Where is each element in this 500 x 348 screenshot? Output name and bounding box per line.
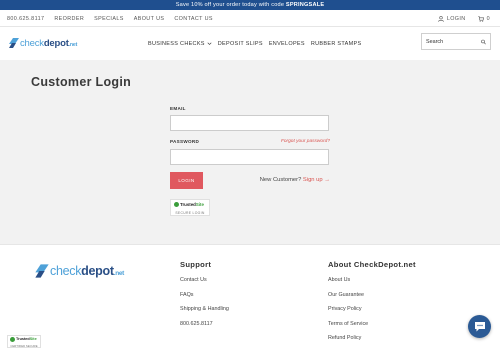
footer-about-heading: About CheckDepot.net: [328, 260, 416, 269]
login-actions: LOGIN New Customer? Sign up →: [170, 172, 330, 189]
footer-logo[interactable]: checkdepot.net: [34, 263, 124, 279]
forgot-password-link[interactable]: Forgot your password?: [281, 139, 330, 144]
logo-text-check: check: [20, 37, 44, 49]
check-icon: [10, 337, 15, 342]
footer-logo-text-depot: depot: [81, 264, 114, 278]
password-label-row: PASSWORD Forgot your password?: [170, 139, 330, 145]
page-title: Customer Login: [31, 75, 132, 89]
new-customer-label: New Customer?: [259, 177, 302, 183]
login-link[interactable]: LOGIN: [438, 16, 466, 22]
nav-business-checks[interactable]: BUSINESS CHECKS: [148, 41, 212, 47]
password-field[interactable]: [170, 149, 329, 165]
trustedsite-corner-sub: CERTIFIED SECURE: [10, 344, 38, 348]
cart-icon: [477, 15, 484, 22]
utility-bar: 800.625.8117 REORDER SPECIALS ABOUT US C…: [0, 10, 500, 27]
nav-rubber-stamps[interactable]: RUBBER STAMPS: [311, 41, 362, 47]
cart-link[interactable]: 0: [477, 15, 490, 22]
check-icon: [174, 202, 179, 207]
nav-business-checks-label: BUSINESS CHECKS: [148, 40, 205, 47]
contact-us-link[interactable]: CONTACT US: [174, 16, 213, 22]
trustedsite-corner-name: TrustedSite: [16, 337, 37, 341]
login-link-label: LOGIN: [446, 15, 466, 22]
user-icon: [438, 15, 444, 22]
new-customer-text: New Customer? Sign up →: [260, 177, 330, 183]
footer-support-column: Support Contact Us FAQs Shipping & Handl…: [180, 260, 229, 335]
logo-text-net: .net: [68, 41, 78, 48]
email-field[interactable]: [170, 115, 329, 131]
about-us-link[interactable]: ABOUT US: [134, 16, 165, 22]
footer-link-refund[interactable]: Refund Policy: [328, 335, 416, 348]
chat-icon: [474, 322, 485, 332]
trustedsite-corner-badge[interactable]: TrustedSite CERTIFIED SECURE: [7, 335, 41, 348]
nav-deposit-slips[interactable]: DEPOSIT SLIPS: [218, 41, 263, 47]
account-area: LOGIN 0: [438, 10, 490, 27]
chat-button[interactable]: [468, 315, 491, 338]
trustedsite-badge[interactable]: TrustedSite SECURE LOGIN: [170, 199, 210, 216]
chevron-down-icon: [207, 42, 212, 45]
login-form: EMAIL PASSWORD Forgot your password? LOG…: [170, 106, 330, 189]
footer-logo-text-check: check: [50, 264, 82, 278]
footer-link-privacy[interactable]: Privacy Policy: [328, 306, 416, 321]
footer-link-shipping[interactable]: Shipping & Handling: [180, 306, 229, 321]
footer-link-guarantee[interactable]: Our Guarantee: [328, 292, 416, 307]
trustedsite-name-b: Site: [195, 202, 204, 207]
logo-text-depot: depot: [43, 37, 69, 49]
footer-link-terms[interactable]: Terms of Service: [328, 321, 416, 336]
footer-about-column: About CheckDepot.net About Us Our Guaran…: [328, 260, 416, 348]
footer-link-about-us[interactable]: About Us: [328, 277, 416, 292]
logo-swoosh-icon: [9, 38, 19, 48]
login-button[interactable]: LOGIN: [170, 172, 203, 189]
search-icon[interactable]: [481, 39, 486, 45]
trustedsite-name: TrustedSite: [180, 202, 204, 207]
site-logo[interactable]: checkdepot.net: [8, 36, 77, 50]
footer-link-faqs[interactable]: FAQs: [180, 292, 229, 307]
search-box: [421, 33, 491, 50]
trustedsite-corner-name-b: Site: [29, 337, 37, 341]
promo-code: SPRINGSALE: [285, 2, 325, 8]
nav-envelopes[interactable]: ENVELOPES: [269, 41, 305, 47]
footer-link-phone[interactable]: 800.625.8117: [180, 321, 229, 336]
promo-banner: Save 10% off your order today with code …: [0, 0, 500, 10]
logo-swoosh-icon: [35, 264, 49, 278]
utility-links: 800.625.8117 REORDER SPECIALS ABOUT US C…: [7, 10, 213, 27]
main-nav: BUSINESS CHECKS DEPOSIT SLIPS ENVELOPES …: [148, 27, 361, 60]
site-footer: checkdepot.net Support Contact Us FAQs S…: [0, 244, 500, 348]
reorder-link[interactable]: REORDER: [54, 16, 84, 22]
footer-logo-text-net: .net: [113, 270, 125, 277]
specials-link[interactable]: SPECIALS: [94, 16, 124, 22]
promo-text: Save 10% off your order today with code: [175, 2, 286, 8]
phone-link[interactable]: 800.625.8117: [7, 16, 44, 22]
login-section: Customer Login EMAIL PASSWORD Forgot you…: [0, 60, 500, 244]
trustedsite-sub: SECURE LOGIN: [175, 211, 205, 215]
email-label: EMAIL: [170, 106, 186, 111]
footer-support-heading: Support: [180, 260, 212, 269]
footer-link-contact-us[interactable]: Contact Us: [180, 277, 229, 292]
cart-count: 0: [486, 15, 490, 22]
trustedsite-corner-name-a: Trusted: [16, 337, 30, 341]
sign-up-link[interactable]: Sign up →: [303, 177, 330, 183]
trustedsite-name-a: Trusted: [180, 202, 196, 207]
search-input[interactable]: [426, 38, 481, 45]
